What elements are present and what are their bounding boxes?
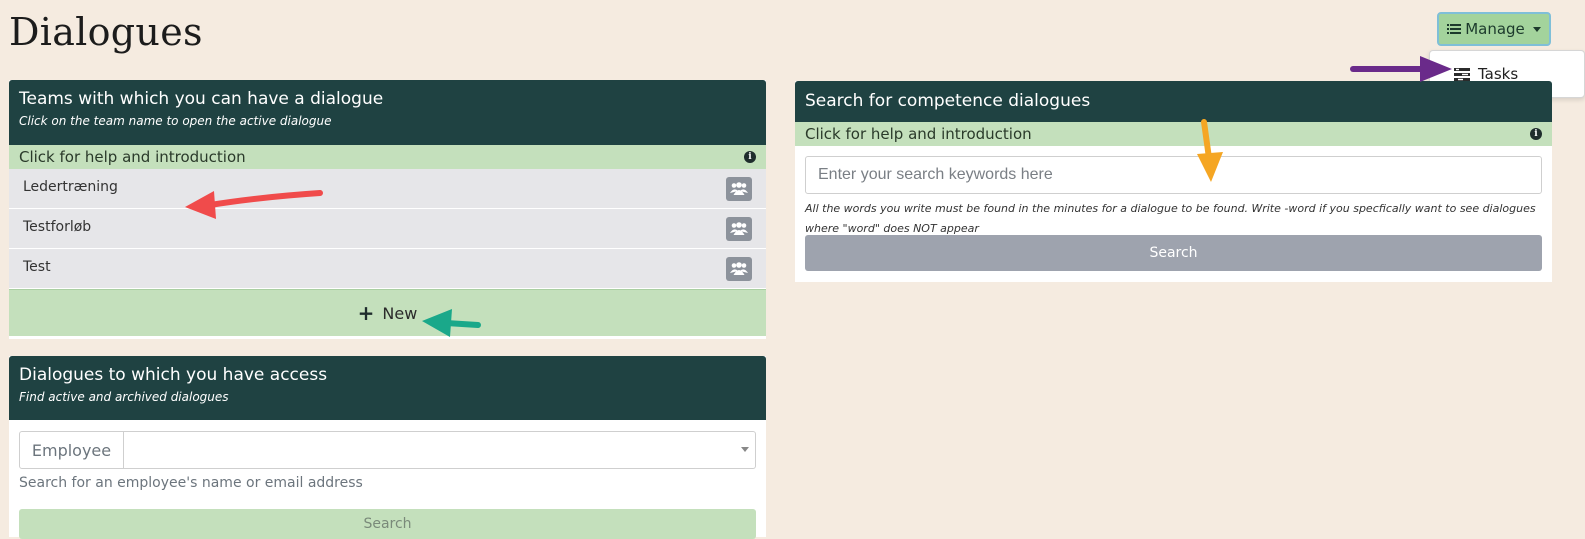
search-card-title: Search for competence dialogues	[805, 91, 1091, 111]
manage-button[interactable]: Manage	[1437, 12, 1551, 46]
new-team-button[interactable]: + New	[9, 289, 766, 336]
team-name[interactable]: Testforløb	[23, 219, 91, 235]
team-members-button[interactable]	[726, 216, 752, 241]
teams-card-title: Teams with which you can have a dialogue	[19, 89, 384, 109]
purple-arrow	[1350, 56, 1452, 82]
employee-label: Employee	[19, 431, 124, 469]
chevron-down-icon	[1532, 26, 1541, 32]
search-help-bar[interactable]: Click for help and introduction i	[795, 122, 1552, 146]
new-label: New	[382, 303, 418, 323]
access-card-header: Dialogues to which you have access Find …	[9, 356, 766, 420]
teams-card-subtitle: Click on the team name to open the activ…	[19, 114, 332, 128]
employee-select[interactable]	[124, 431, 756, 469]
orange-arrow	[1197, 119, 1223, 182]
team-row[interactable]: Ledertræning	[9, 169, 766, 209]
team-name[interactable]: Test	[23, 259, 51, 275]
teams-help-bar[interactable]: Click for help and introduction i	[9, 145, 766, 169]
info-icon: i	[1530, 128, 1542, 140]
access-card-subtitle: Find active and archived dialogues	[19, 390, 229, 404]
access-card: Dialogues to which you have access Find …	[9, 356, 766, 539]
search-button[interactable]: Search	[805, 235, 1542, 271]
page-title: Dialogues	[9, 10, 203, 54]
team-members-button[interactable]	[726, 256, 752, 281]
search-card: Search for competence dialogues Click fo…	[795, 81, 1552, 282]
access-search-button[interactable]: Search	[19, 509, 756, 539]
teal-arrow	[422, 309, 481, 337]
info-icon: i	[744, 151, 756, 163]
chevron-down-icon	[741, 447, 749, 452]
team-row[interactable]: Testforløb	[9, 209, 766, 249]
employee-field: Employee	[19, 431, 756, 469]
search-input[interactable]	[805, 156, 1542, 194]
list-icon	[1447, 24, 1462, 34]
search-card-header: Search for competence dialogues	[795, 81, 1552, 122]
help-label: Click for help and introduction	[19, 148, 246, 166]
plus-icon: +	[357, 301, 375, 325]
employee-help-text: Search for an employee's name or email a…	[19, 475, 363, 491]
access-card-title: Dialogues to which you have access	[19, 365, 328, 385]
team-members-button[interactable]	[726, 176, 752, 201]
team-name[interactable]: Ledertræning	[23, 179, 118, 195]
manage-label: Manage	[1465, 20, 1525, 38]
teams-card: Teams with which you can have a dialogue…	[9, 80, 766, 339]
red-arrow	[185, 190, 323, 219]
search-hint: All the words you write must be found in…	[805, 202, 1536, 235]
users-icon	[730, 182, 748, 195]
users-icon	[730, 262, 748, 275]
users-icon	[730, 222, 748, 235]
teams-card-header: Teams with which you can have a dialogue…	[9, 80, 766, 145]
team-row[interactable]: Test	[9, 249, 766, 289]
help-label: Click for help and introduction	[805, 125, 1032, 143]
